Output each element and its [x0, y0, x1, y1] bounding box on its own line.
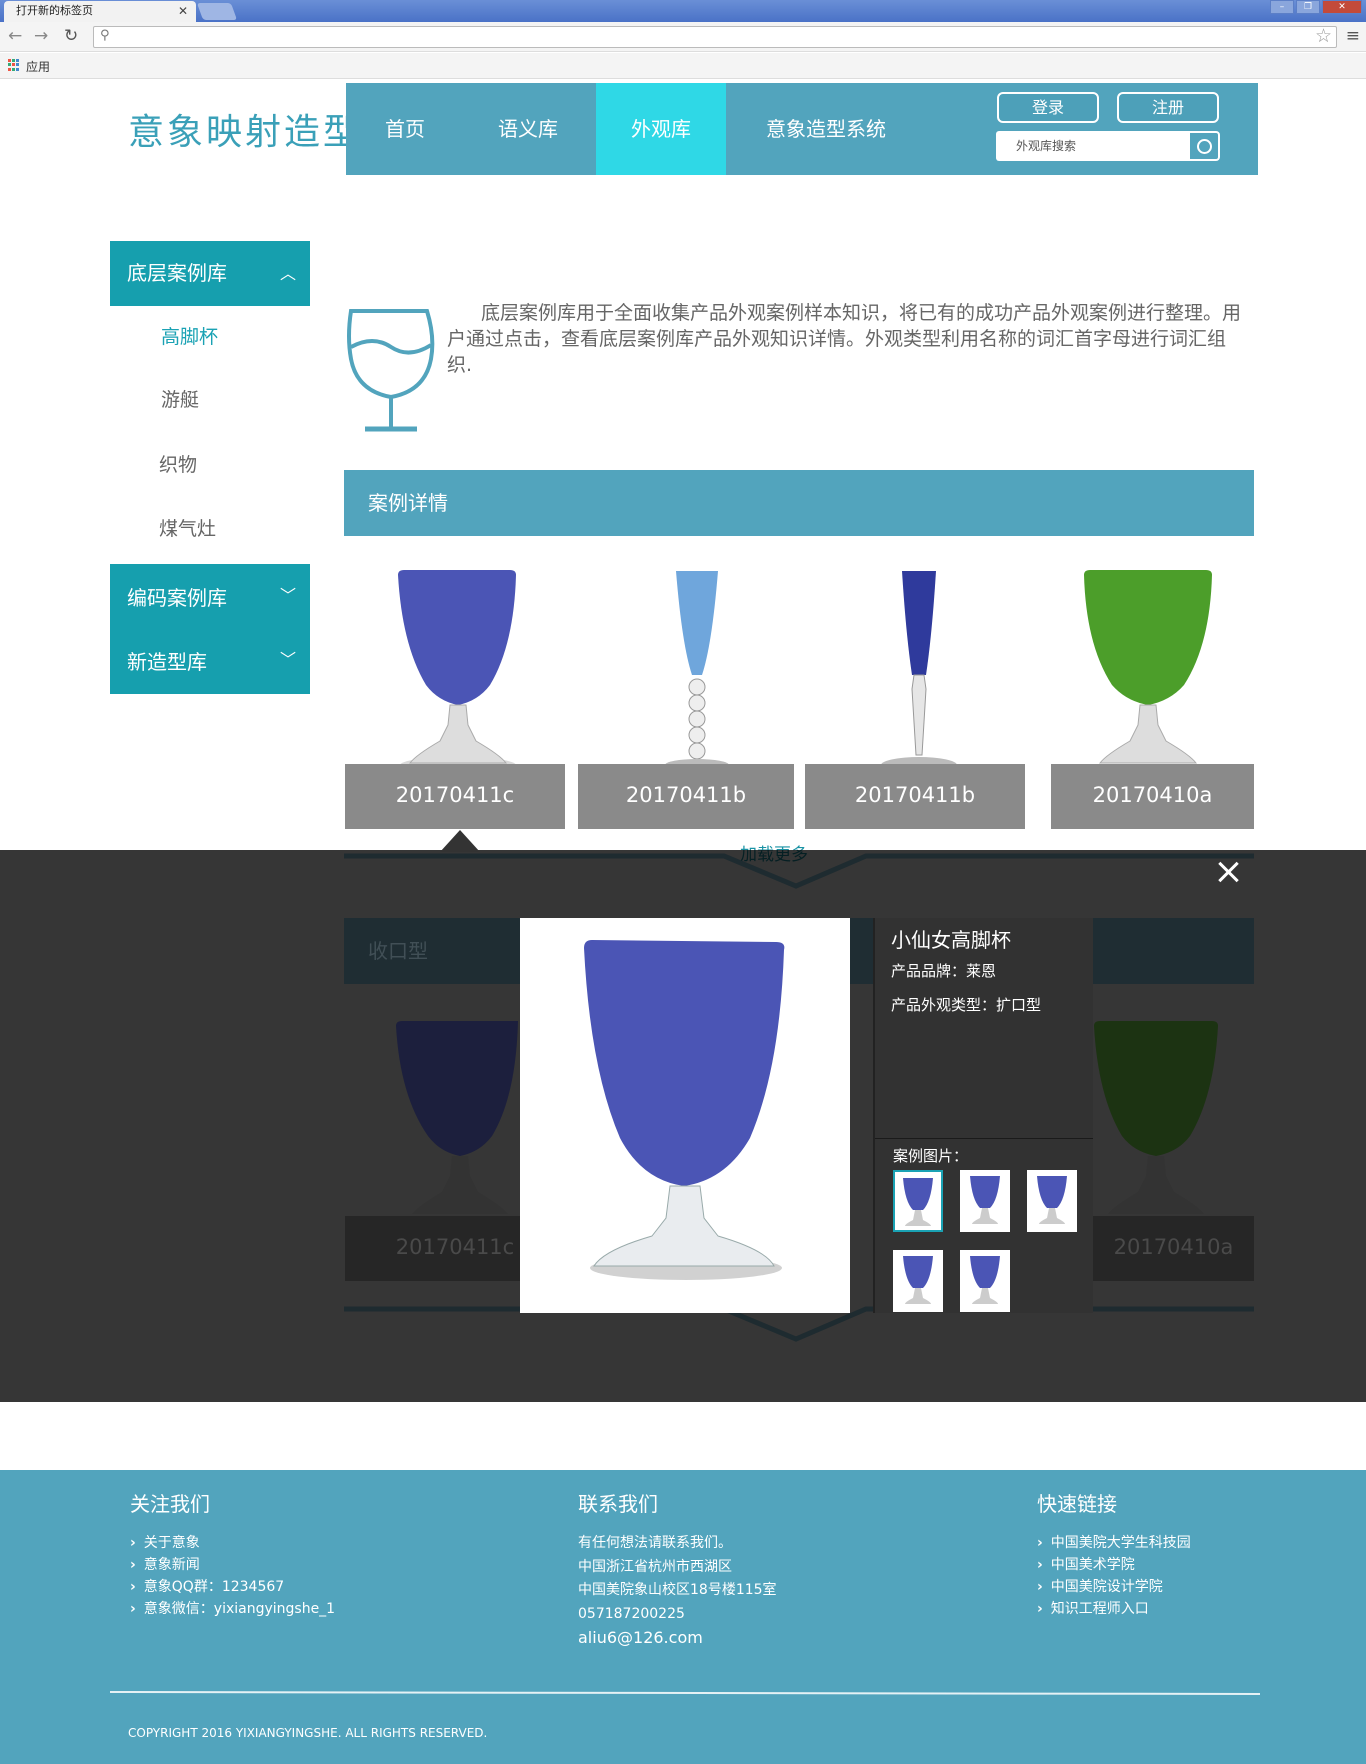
- minimize-button[interactable]: –: [1270, 0, 1294, 14]
- footer-link[interactable]: 关于意象: [130, 1532, 335, 1554]
- footer-link[interactable]: 知识工程师入口: [1037, 1598, 1191, 1620]
- chevron-down-icon[interactable]: ﹀: [280, 582, 296, 606]
- product-image[interactable]: [1078, 565, 1218, 775]
- login-button[interactable]: 登录: [997, 92, 1099, 123]
- apps-link[interactable]: 应用: [26, 58, 50, 75]
- product-brand: 产品品牌：莱恩: [891, 962, 997, 980]
- contact-email[interactable]: aliu6@126.com: [578, 1626, 777, 1650]
- glass-bowl: [398, 570, 516, 705]
- forward-icon[interactable]: →: [34, 26, 48, 46]
- footer-quick-links: 中国美院大学生科技园 中国美术学院 中国美院设计学院 知识工程师入口: [1037, 1532, 1191, 1620]
- contact-line: 有任何想法请联系我们。: [578, 1535, 732, 1551]
- contact-line: 中国美院象山校区18号楼115室: [578, 1582, 777, 1598]
- apps-grid-icon[interactable]: [8, 59, 20, 71]
- product-card-label[interactable]: 20170410a: [1051, 764, 1254, 829]
- product-type: 产品外观类型：扩口型: [891, 996, 1042, 1014]
- copyright-text: COPYRIGHT 2016 YIXIANGYINGSHE. ALL RIGHT…: [128, 1726, 488, 1740]
- footer-link[interactable]: 中国美术学院: [1037, 1554, 1191, 1576]
- wine-glass-icon: [347, 309, 435, 432]
- chevron-up-icon: ︿: [279, 264, 296, 283]
- product-image[interactable]: [652, 565, 742, 775]
- sidebar-group-label: 底层案例库: [127, 261, 227, 285]
- modal-info-panel: 小仙女高脚杯 产品品牌：莱恩 产品外观类型：扩口型 案例图片：: [873, 918, 1093, 1313]
- sidebar-item-goblet[interactable]: 高脚杯: [161, 322, 218, 349]
- footer-contact-info: 有任何想法请联系我们。 中国浙江省杭州市西湖区 中国美院象山校区18号楼115室…: [578, 1532, 777, 1650]
- product-image[interactable]: [874, 565, 964, 775]
- footer-follow-list: 关于意象 意象新闻 意象QQ群：1234567 意象微信：yixiangying…: [130, 1532, 335, 1620]
- maximize-button[interactable]: ❐: [1296, 0, 1320, 14]
- site-footer: 关注我们 关于意象 意象新闻 意象QQ群：1234567 意象微信：yixian…: [0, 1470, 1366, 1764]
- contact-line: 057187200225: [578, 1605, 685, 1622]
- footer-divider: [109, 1690, 1261, 1696]
- sidebar-item-fabric[interactable]: 织物: [159, 450, 197, 477]
- nav-imagery-system[interactable]: 意象造型系统: [726, 83, 926, 175]
- product-image[interactable]: [390, 565, 530, 775]
- bookmark-star-icon[interactable]: ☆: [1315, 25, 1332, 47]
- tab-title: 打开新的标签页: [16, 4, 93, 17]
- product-card-label[interactable]: 20170411c: [345, 764, 565, 829]
- footer-link[interactable]: 意象QQ群：1234567: [130, 1576, 335, 1598]
- browser-toolbar: ← → ↻ ⚲ ☆ ≡: [0, 22, 1366, 52]
- thumbnail[interactable]: [893, 1170, 943, 1232]
- bookmarks-bar: 应用: [0, 53, 1366, 79]
- info-divider: [875, 1138, 1093, 1139]
- tab-close-icon[interactable]: ✕: [178, 1, 188, 21]
- window-close-button[interactable]: ✕: [1322, 0, 1362, 14]
- sidebar-group-new-forms[interactable]: 新造型库: [127, 646, 207, 675]
- sidebar-group-coded-cases[interactable]: 编码案例库: [127, 582, 227, 611]
- background-product-image: [1094, 1021, 1218, 1214]
- background-divider: [344, 853, 1254, 889]
- modal-main-image: [520, 918, 850, 1313]
- thumbnail[interactable]: [893, 1250, 943, 1312]
- nav-semantic-library[interactable]: 语义库: [464, 83, 592, 175]
- sidebar-collapsed-groups: 编码案例库 ﹀ 新造型库 ﹀: [110, 564, 310, 694]
- product-title: 小仙女高脚杯: [891, 928, 1011, 952]
- footer-link[interactable]: 意象微信：yixiangyingshe_1: [130, 1598, 335, 1620]
- sidebar-item-gas-stove[interactable]: 煤气灶: [159, 514, 216, 541]
- footer-follow-title: 关注我们: [130, 1492, 210, 1516]
- search-icon: ⚲: [100, 28, 110, 43]
- search-button[interactable]: [1188, 131, 1220, 161]
- case-pictures-label: 案例图片：: [893, 1147, 969, 1165]
- close-icon[interactable]: [1216, 860, 1240, 884]
- section-title-case-details: 案例详情: [344, 470, 1254, 536]
- nav-appearance-library[interactable]: 外观库: [596, 83, 726, 175]
- background-card-label: 20170410a: [1093, 1216, 1254, 1281]
- browser-titlebar: 打开新的标签页 ✕ – ❐ ✕: [0, 0, 1366, 22]
- sidebar-group-base-cases[interactable]: 底层案例库 ︿: [110, 241, 310, 306]
- product-card-label[interactable]: 20170411b: [578, 764, 794, 829]
- register-button[interactable]: 注册: [1117, 92, 1219, 123]
- thumbnail[interactable]: [960, 1250, 1010, 1312]
- main-nav: 首页 语义库 外观库 意象造型系统 登录 注册 外观库搜索: [346, 83, 1258, 175]
- search-input[interactable]: 外观库搜索: [996, 131, 1188, 161]
- thumbnail[interactable]: [1027, 1170, 1077, 1232]
- menu-icon[interactable]: ≡: [1346, 26, 1360, 46]
- footer-link[interactable]: 意象新闻: [130, 1554, 335, 1576]
- contact-line: 中国浙江省杭州市西湖区: [578, 1558, 732, 1575]
- product-card-label[interactable]: 20170411b: [805, 764, 1025, 829]
- goblet-image: [584, 940, 785, 1280]
- footer-link[interactable]: 中国美院大学生科技园: [1037, 1532, 1191, 1554]
- nav-home[interactable]: 首页: [346, 83, 464, 175]
- sidebar-item-yacht[interactable]: 游艇: [161, 385, 199, 412]
- window-controls: – ❐ ✕: [1270, 0, 1362, 14]
- card-pointer-arrow: [440, 830, 480, 852]
- intro-description: 底层案例库用于全面收集产品外观案例样本知识，将已有的成功产品外观案例进行整理。用…: [447, 302, 1242, 376]
- footer-links-title: 快速链接: [1037, 1492, 1117, 1516]
- chevron-down-icon[interactable]: ﹀: [280, 646, 296, 670]
- search-icon: [1197, 139, 1212, 154]
- site-logo[interactable]: 意象映射造型: [128, 103, 362, 155]
- address-bar[interactable]: ⚲: [93, 26, 1337, 48]
- new-tab-button[interactable]: [196, 3, 238, 20]
- footer-link[interactable]: 中国美院设计学院: [1037, 1576, 1191, 1598]
- thumbnail[interactable]: [960, 1170, 1010, 1232]
- reload-icon[interactable]: ↻: [64, 26, 78, 46]
- background-product-image: [396, 1021, 518, 1214]
- footer-contact-title: 联系我们: [578, 1492, 658, 1516]
- browser-tab[interactable]: 打开新的标签页 ✕: [4, 1, 196, 22]
- back-icon[interactable]: ←: [8, 26, 22, 46]
